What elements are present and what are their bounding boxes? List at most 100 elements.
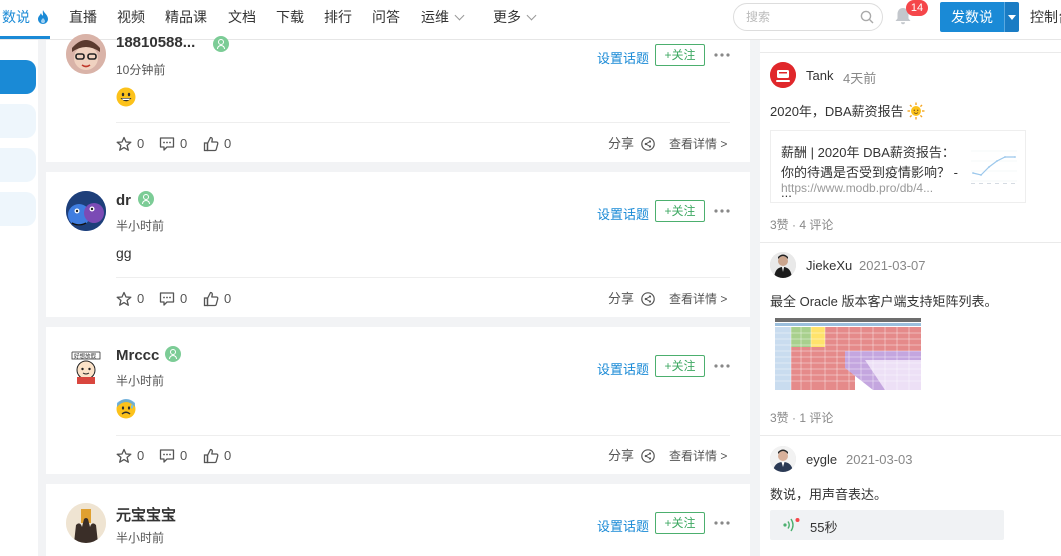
user-badge-icon <box>165 346 181 362</box>
view-detail-link[interactable]: 查看详情 > <box>669 291 727 307</box>
grinning-face-emoji <box>116 87 136 107</box>
user-name[interactable]: eygle <box>806 452 837 467</box>
more-options-icon[interactable] <box>714 521 730 525</box>
nav-item-docs[interactable]: 文档 <box>228 0 256 36</box>
nav-item-download[interactable]: 下载 <box>276 0 304 36</box>
user-name[interactable]: 元宝宝宝 <box>116 504 176 525</box>
comment-icon <box>159 292 175 306</box>
post-text: 最全 Oracle 版本客户端支持矩阵列表。 <box>770 294 998 309</box>
more-options-icon[interactable] <box>714 364 730 368</box>
share-icon <box>641 292 655 306</box>
publish-button[interactable]: 发数说 <box>940 2 1004 32</box>
sidebar-item-active[interactable] <box>0 60 36 94</box>
nav-item-video[interactable]: 视频 <box>117 0 145 36</box>
share-icon <box>641 137 655 151</box>
follow-button[interactable]: +关注 <box>655 355 705 377</box>
nav-item-label: 数说 <box>2 9 30 25</box>
avatar-image <box>66 503 106 543</box>
flame-icon <box>37 10 48 24</box>
thumbs-up-icon <box>203 136 219 152</box>
chevron-down-icon <box>454 10 465 21</box>
anxious-face-emoji <box>116 399 136 419</box>
like-count: 0 <box>224 291 232 306</box>
avatar-image <box>66 191 106 231</box>
avatar-image <box>770 446 796 472</box>
follow-button[interactable]: +关注 <box>655 512 705 534</box>
user-name[interactable]: Mrccc <box>116 347 159 364</box>
nav-item-shuoshuo[interactable]: 数说 <box>2 0 49 36</box>
set-topic-link[interactable]: 设置话题 <box>597 516 649 535</box>
sidebar-item[interactable] <box>0 148 36 182</box>
console-link[interactable]: 控制台 <box>1030 0 1061 34</box>
post-time: 半小时前 <box>116 531 165 545</box>
nav-item-more[interactable]: 更多 <box>493 0 537 36</box>
share-button[interactable]: 分享 <box>608 291 655 307</box>
link-preview-card[interactable]: 薪酬 | 2020年 DBA薪资报告：你的待遇是否受到疫情影响？ - ... h… <box>770 130 1026 203</box>
search-input[interactable] <box>746 8 856 26</box>
user-name[interactable]: 18810588... <box>116 34 195 51</box>
card-divider <box>116 435 730 436</box>
avatar[interactable] <box>770 252 796 278</box>
card-divider <box>116 277 730 278</box>
comment-count: 0 <box>180 136 188 151</box>
set-topic-link[interactable]: 设置话题 <box>597 359 649 378</box>
avatar-image <box>770 252 796 278</box>
nav-item-ranking[interactable]: 排行 <box>324 0 352 36</box>
sun-emoji <box>907 102 925 120</box>
set-topic-link[interactable]: 设置话题 <box>597 204 649 223</box>
support-matrix-image[interactable] <box>775 318 921 390</box>
nav-item-courses[interactable]: 精品课 <box>165 0 207 36</box>
post-time: 2021-03-03 <box>846 452 913 467</box>
post-time: 4天前 <box>843 71 877 86</box>
avatar-image <box>66 34 106 74</box>
user-name[interactable]: JiekeXu <box>806 258 852 273</box>
panel-divider <box>760 242 1061 243</box>
card-divider <box>116 122 730 123</box>
left-sidebar <box>0 40 38 556</box>
sidebar-item[interactable] <box>0 104 36 138</box>
nav-item-ops[interactable]: 运维 <box>421 0 465 36</box>
share-button[interactable]: 分享 <box>608 136 655 152</box>
publish-dropdown-button[interactable] <box>1004 2 1019 32</box>
avatar[interactable] <box>770 62 796 88</box>
post-stats: 3赞 · 1 评论 <box>770 411 834 425</box>
nav-item-qa[interactable]: 问答 <box>372 0 400 36</box>
follow-button[interactable]: +关注 <box>655 200 705 222</box>
sidebar-item[interactable] <box>0 192 36 226</box>
set-topic-link[interactable]: 设置话题 <box>597 48 649 67</box>
comment-count: 0 <box>180 291 188 306</box>
voice-message-player[interactable]: 55秒 <box>770 510 1004 540</box>
user-name[interactable]: dr <box>116 192 131 209</box>
post-text: 数说，用声音表达。 <box>770 487 888 502</box>
share-label: 分享 <box>608 448 635 463</box>
like-count: 0 <box>224 136 232 151</box>
view-detail-link[interactable]: 查看详情 > <box>669 448 727 464</box>
view-detail-link[interactable]: 查看详情 > <box>669 136 727 152</box>
svg-text:好想放假: 好想放假 <box>74 352 97 360</box>
share-button[interactable]: 分享 <box>608 448 655 464</box>
nav-item-live[interactable]: 直播 <box>69 0 97 36</box>
avatar[interactable] <box>66 503 106 543</box>
thumbs-up-icon <box>203 448 219 464</box>
avatar[interactable] <box>770 446 796 472</box>
feed-card: 18810588... 10分钟前 设置话题 +关注 0 0 0 分享 查看详情… <box>46 34 750 162</box>
post-time: 2021-03-07 <box>859 258 926 273</box>
user-name[interactable]: Tank <box>806 68 833 83</box>
avatar[interactable] <box>66 34 106 74</box>
avatar[interactable]: 好想放假 <box>66 346 106 386</box>
avatar-image <box>770 62 796 88</box>
voice-wave-icon <box>783 518 800 532</box>
follow-button[interactable]: +关注 <box>655 44 705 66</box>
star-count: 0 <box>137 291 145 306</box>
feed-card: dr 半小时前 设置话题 +关注 gg 0 0 0 分享 查看详情 > <box>46 172 750 317</box>
avatar[interactable] <box>66 191 106 231</box>
post-stats: 3赞 · 4 评论 <box>770 218 834 232</box>
post-text: 2020年，DBA薪资报告 <box>770 101 925 120</box>
star-icon <box>116 136 132 151</box>
notification-count-badge: 14 <box>906 0 928 16</box>
more-options-icon[interactable] <box>714 53 730 57</box>
like-count: 0 <box>224 448 232 463</box>
more-options-icon[interactable] <box>714 209 730 213</box>
search-icon[interactable] <box>860 10 874 24</box>
comment-icon <box>159 137 175 151</box>
